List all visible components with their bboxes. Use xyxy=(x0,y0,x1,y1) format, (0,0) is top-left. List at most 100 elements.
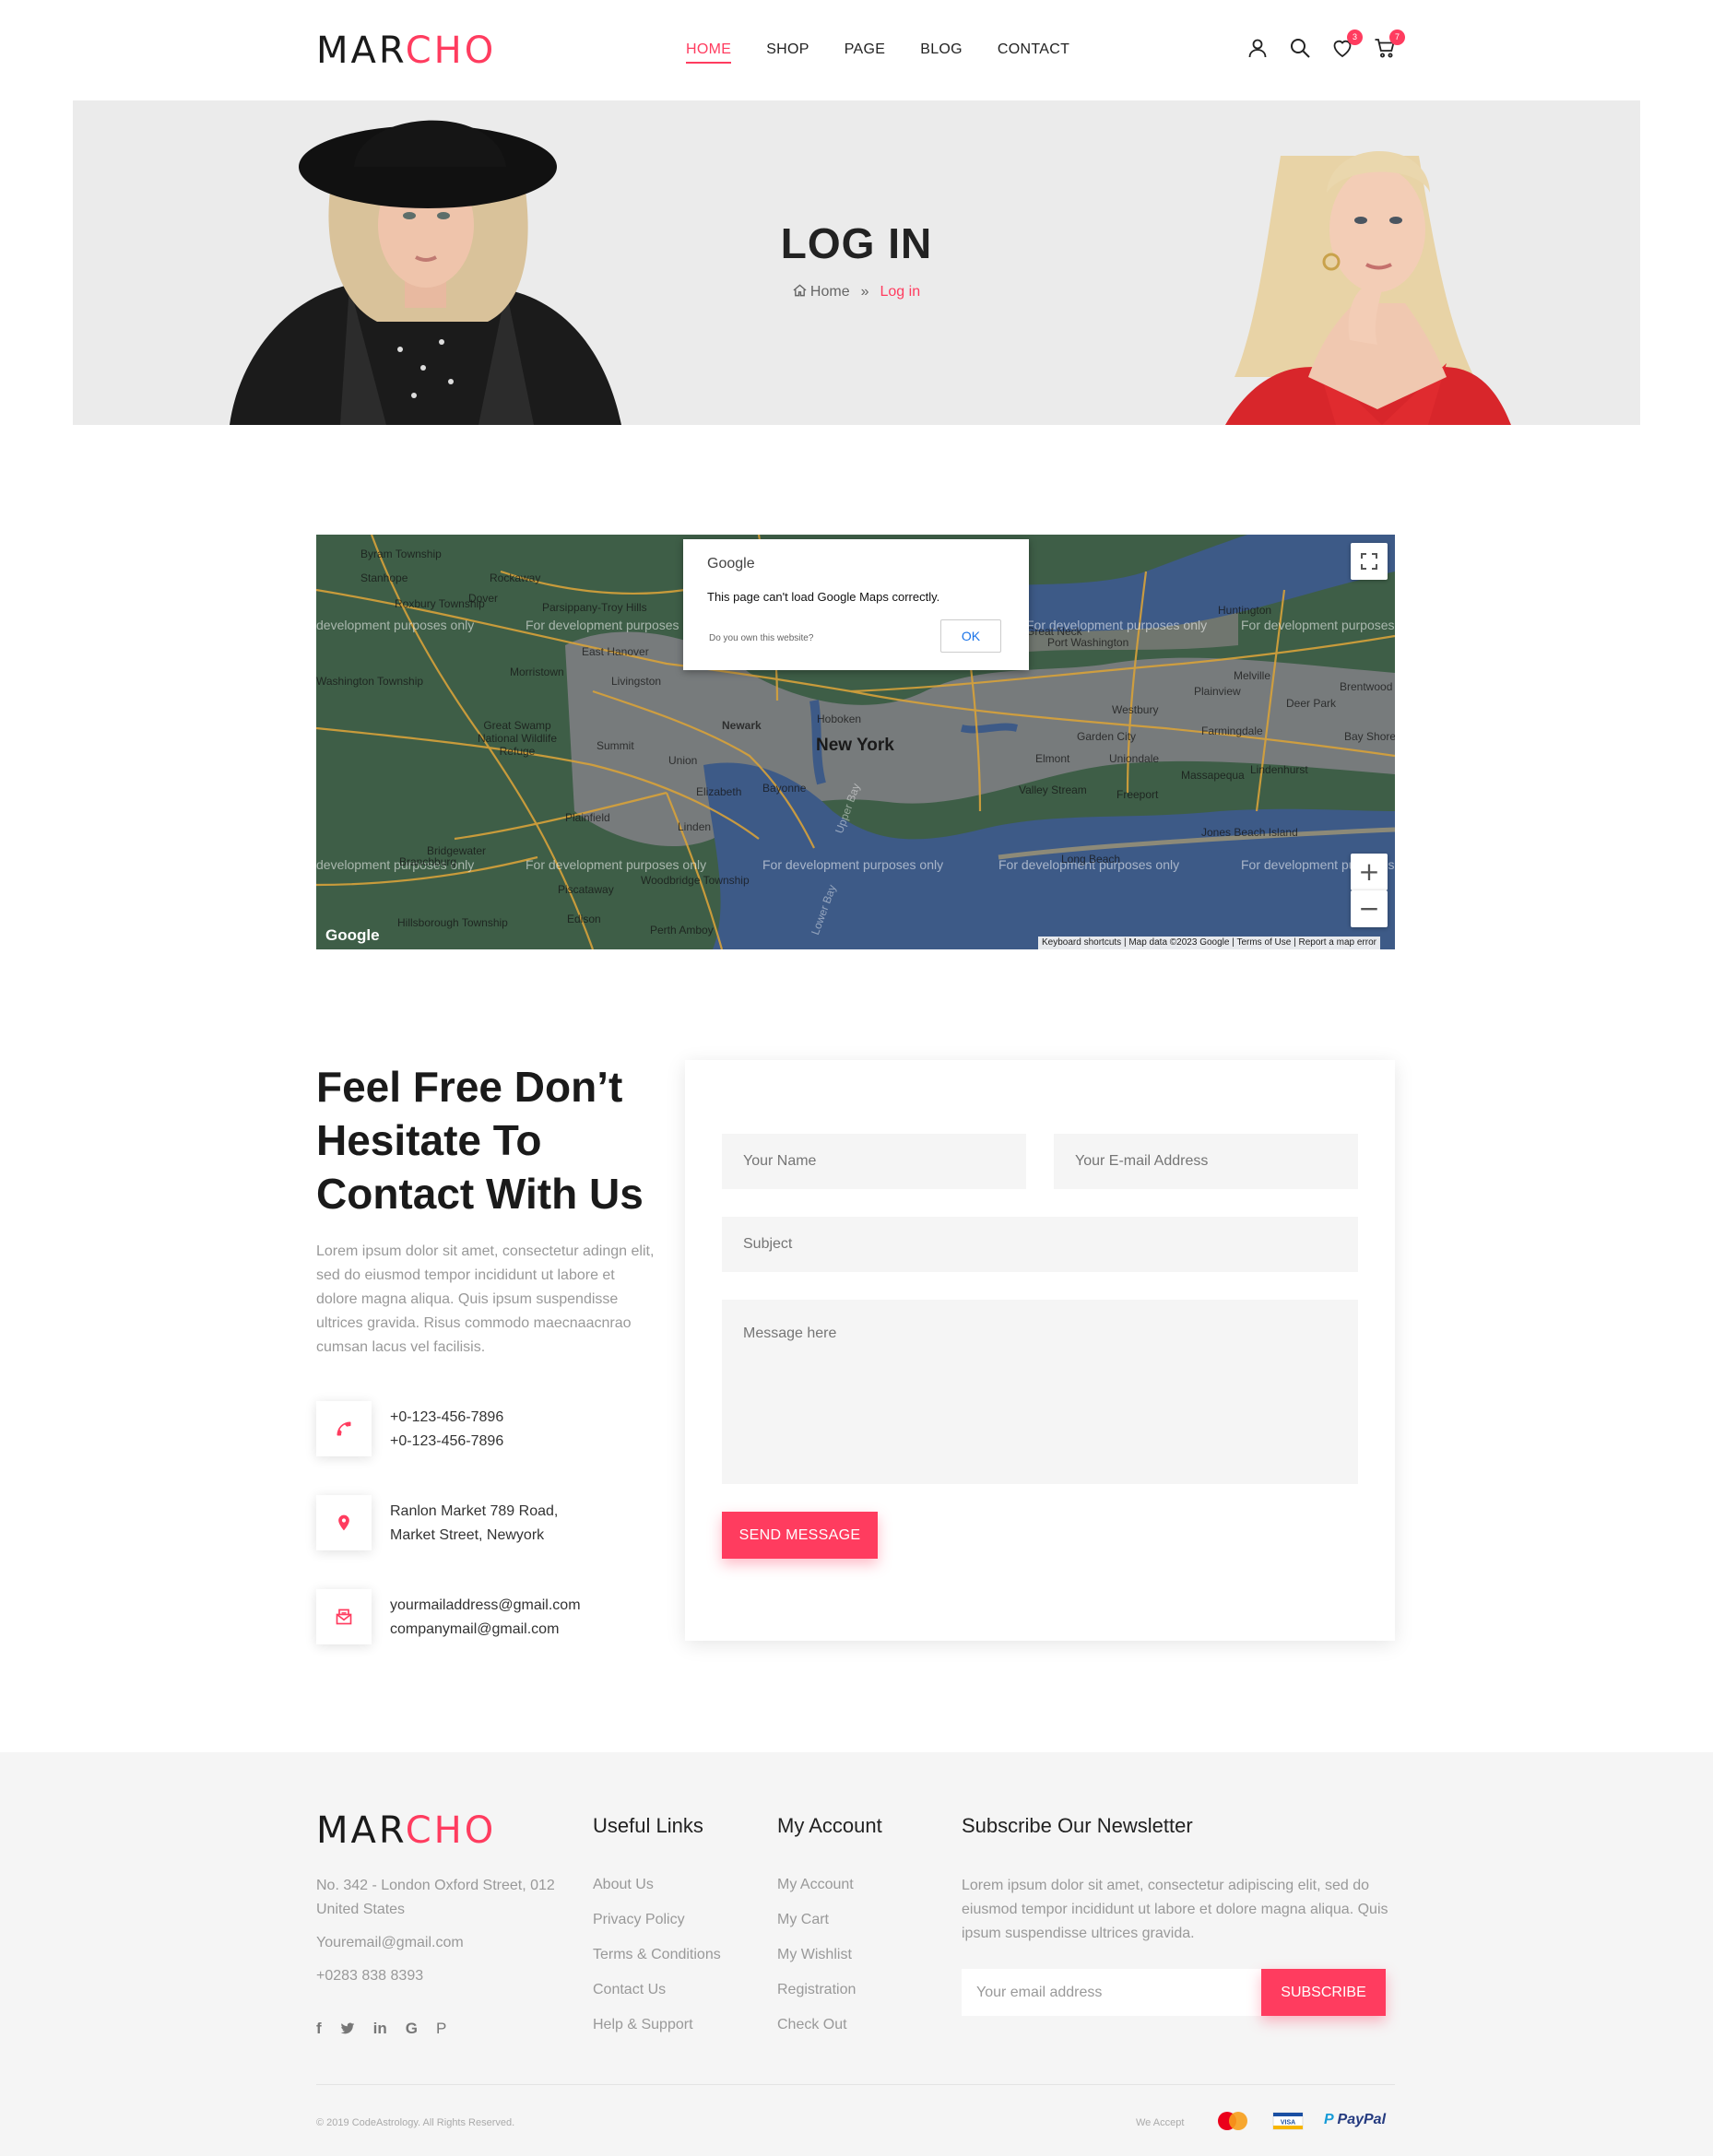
banner-model-right-image xyxy=(1225,151,1511,425)
twitter-icon[interactable] xyxy=(340,2021,355,2036)
map-zoom-in-button[interactable]: + xyxy=(1351,854,1388,890)
google-icon[interactable]: G xyxy=(406,2020,418,2038)
map-place: Piscataway xyxy=(558,883,614,896)
phone-number[interactable]: +0-123-456-7896 xyxy=(390,1406,503,1430)
map-place: Hillsborough Township xyxy=(397,916,508,929)
map-place: Port Washington xyxy=(1047,636,1129,649)
map-place: Bayonne xyxy=(762,782,807,795)
footer-phone[interactable]: +0283 838 8393 xyxy=(316,1968,423,1985)
pinterest-icon[interactable]: P xyxy=(436,2020,446,2038)
footer-link-registration[interactable]: Registration xyxy=(777,1982,856,1998)
we-accept-label: We Accept xyxy=(1136,2117,1185,2128)
name-field[interactable] xyxy=(722,1134,1026,1189)
footer-link-my-account[interactable]: My Account xyxy=(777,1877,854,1893)
subscribe-button[interactable]: SUBSCRIBE xyxy=(1261,1969,1386,2016)
map-place: Elmont xyxy=(1035,752,1070,765)
map-place: Rockaway xyxy=(490,571,541,584)
map-place: Freeport xyxy=(1116,788,1159,801)
footer-link-my-cart[interactable]: My Cart xyxy=(777,1912,829,1928)
facebook-icon[interactable]: f xyxy=(316,2020,322,2038)
email-field[interactable] xyxy=(1054,1134,1358,1189)
nav-shop[interactable]: SHOP xyxy=(766,41,809,64)
map-place: Uniondale xyxy=(1109,752,1160,765)
footer-link-contact[interactable]: Contact Us xyxy=(593,1982,666,1998)
send-message-button[interactable]: SEND MESSAGE xyxy=(722,1512,878,1559)
map-place: Plainview xyxy=(1194,685,1241,698)
newsletter-heading: Subscribe Our Newsletter xyxy=(962,1814,1193,1837)
linkedin-icon[interactable]: in xyxy=(373,2020,387,2038)
main-nav: HOME SHOP PAGE BLOG CONTACT xyxy=(686,41,1105,64)
nav-page[interactable]: PAGE xyxy=(845,41,885,64)
contact-email: yourmailaddress@gmail.com companymail@gm… xyxy=(316,1589,703,1644)
address-line: Ranlon Market 789 Road, xyxy=(390,1503,559,1519)
footer-email[interactable]: Youremail@gmail.com xyxy=(316,1935,464,1951)
map-watermark: development purposes only xyxy=(316,618,475,632)
map-place: Lindenhurst xyxy=(1250,763,1308,776)
google-logo[interactable]: Google xyxy=(325,926,380,945)
map-report-error-link[interactable]: Report a map error xyxy=(1299,937,1376,948)
footer-link-help[interactable]: Help & Support xyxy=(593,2017,693,2033)
cart-icon[interactable]: 7 xyxy=(1374,29,1405,59)
header-actions: 3 7 xyxy=(1246,29,1405,59)
map-dialog-ok-button[interactable]: OK xyxy=(940,619,1001,653)
newsletter-email-input[interactable]: Your email address xyxy=(962,1969,1261,2016)
map-data-credit: Map data ©2023 Google xyxy=(1128,937,1230,948)
social-links: f in G P xyxy=(316,2020,446,2038)
contact-phone: +0-123-456-7896 +0-123-456-7896 xyxy=(316,1401,703,1456)
page-banner: LOG IN Home» Log in xyxy=(73,100,1640,425)
useful-links-heading: Useful Links xyxy=(593,1814,703,1837)
search-icon[interactable] xyxy=(1289,37,1311,59)
nav-home[interactable]: HOME xyxy=(686,41,732,64)
subject-field[interactable] xyxy=(722,1217,1358,1272)
email-address[interactable]: yourmailaddress@gmail.com xyxy=(390,1594,581,1618)
map-terms-link[interactable]: Terms of Use xyxy=(1236,937,1291,948)
map-place: Brentwood xyxy=(1340,680,1393,693)
map-error-dialog: Google This page can't load Google Maps … xyxy=(683,539,1029,670)
cart-count-badge: 7 xyxy=(1389,29,1405,45)
user-icon[interactable] xyxy=(1246,37,1269,59)
map-place: Huntington xyxy=(1218,604,1272,617)
map-place: East Hanover xyxy=(582,645,649,658)
heart-icon[interactable]: 3 xyxy=(1331,29,1363,59)
map-zoom-out-button[interactable]: − xyxy=(1351,890,1388,927)
map-watermark: For development purposes only xyxy=(526,618,707,632)
footer-link-about[interactable]: About Us xyxy=(593,1877,654,1893)
footer-divider xyxy=(316,2084,1395,2085)
newsletter-description: Lorem ipsum dolor sit amet, consectetur … xyxy=(962,1878,1388,1941)
map-place: Linden xyxy=(678,820,712,833)
map-place: Long Beach xyxy=(1061,853,1121,866)
wishlist-count-badge: 3 xyxy=(1347,29,1363,45)
footer-link-wishlist[interactable]: My Wishlist xyxy=(777,1947,852,1963)
nav-contact[interactable]: CONTACT xyxy=(998,41,1069,64)
footer-logo[interactable]: MARCHO xyxy=(316,1812,496,1849)
breadcrumb-separator: » xyxy=(860,284,869,300)
breadcrumb-current: Log in xyxy=(880,284,921,300)
footer-link-terms[interactable]: Terms & Conditions xyxy=(593,1947,721,1963)
breadcrumb-home[interactable]: Home xyxy=(810,284,850,300)
map-dialog-brand: Google xyxy=(707,556,755,571)
copyright: © 2019 CodeAstrology. All Rights Reserve… xyxy=(316,2117,515,2128)
map-place: Roxbury Township xyxy=(395,597,485,610)
nav-blog[interactable]: BLOG xyxy=(920,41,963,64)
map-place: Byram Township xyxy=(360,548,442,560)
map-keyboard-shortcuts-link[interactable]: Keyboard shortcuts xyxy=(1042,937,1121,948)
footer-link-checkout[interactable]: Check Out xyxy=(777,2017,847,2033)
mail-icon xyxy=(316,1589,372,1644)
map-place: Massapequa xyxy=(1181,769,1245,782)
fullscreen-icon xyxy=(1361,553,1377,570)
my-account-heading: My Account xyxy=(777,1814,882,1837)
map-place: Morristown xyxy=(510,666,564,678)
map-place: Summit xyxy=(597,739,634,752)
map-place: Woodbridge Township xyxy=(641,874,750,887)
map-place: Elizabeth xyxy=(696,785,742,798)
map-dialog-own-site-link[interactable]: Do you own this website? xyxy=(709,633,813,643)
footer-link-privacy[interactable]: Privacy Policy xyxy=(593,1912,685,1928)
google-map[interactable]: development purposes only For developmen… xyxy=(316,535,1395,949)
phone-number[interactable]: +0-123-456-7896 xyxy=(390,1430,503,1454)
site-logo[interactable]: MARCHO xyxy=(316,32,496,69)
message-field[interactable] xyxy=(722,1300,1358,1484)
map-fullscreen-button[interactable] xyxy=(1351,543,1388,580)
map-place: Garden City xyxy=(1077,730,1137,743)
map-place: Branchburg xyxy=(399,855,457,868)
email-address[interactable]: companymail@gmail.com xyxy=(390,1618,581,1642)
